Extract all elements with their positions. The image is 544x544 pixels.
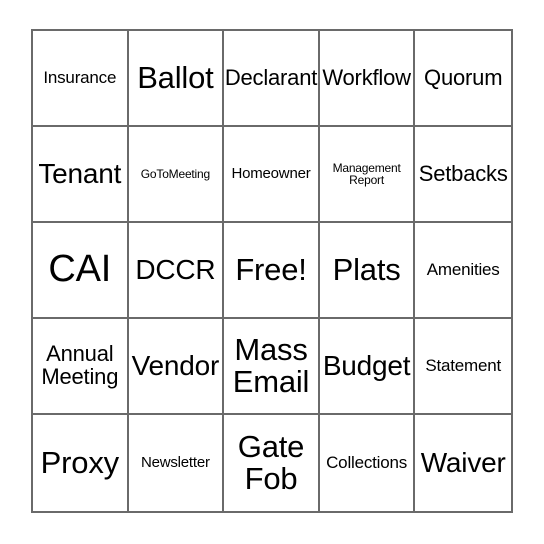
bingo-cell-r2c2[interactable]: GoToMeeting (128, 127, 225, 223)
bingo-cell-r2c3[interactable]: Homeowner (224, 127, 320, 223)
bingo-cell-r4c1[interactable]: Annual Meeting (33, 319, 129, 415)
bingo-cell-r3c4[interactable]: Plats (319, 223, 416, 319)
bingo-cell-label: DCCR (135, 253, 216, 285)
bingo-cell-r4c3[interactable]: Mass Email (224, 319, 320, 415)
bingo-cell-label: Amenities (426, 260, 500, 280)
bingo-cell-label: CAI (48, 248, 112, 291)
bingo-cell-label: Declarant (224, 64, 318, 90)
bingo-cell-r4c4[interactable]: Budget (319, 319, 416, 415)
bingo-cell-r5c5[interactable]: Waiver (415, 415, 511, 511)
bingo-cell-label: Waiver (420, 446, 506, 478)
bingo-cell-label: Budget (322, 349, 411, 381)
bingo-cell-label: Free! (235, 252, 307, 288)
bingo-cell-label: Collections (326, 453, 408, 473)
bingo-cell-r4c2[interactable]: Vendor (128, 319, 225, 415)
bingo-cell-label: Workflow (322, 64, 411, 90)
bingo-cell-r2c1[interactable]: Tenant (33, 127, 129, 223)
bingo-cell-r5c3[interactable]: Gate Fob (224, 415, 320, 511)
bingo-cell-label: Proxy (40, 445, 119, 481)
bingo-cell-free-space[interactable]: Free! (224, 223, 320, 319)
bingo-cell-label: Plats (332, 252, 401, 288)
bingo-cell-label: Tenant (38, 157, 122, 189)
bingo-cell-label: Mass Email (232, 332, 310, 399)
bingo-cell-label: Statement (425, 356, 502, 376)
bingo-cell-r2c4[interactable]: Management Report (319, 127, 416, 223)
bingo-cell-r2c5[interactable]: Setbacks (415, 127, 511, 223)
bingo-cell-r3c2[interactable]: DCCR (128, 223, 225, 319)
bingo-cell-r1c4[interactable]: Workflow (319, 31, 416, 127)
bingo-cell-label: Ballot (137, 60, 214, 96)
bingo-cell-r5c2[interactable]: Newsletter (128, 415, 225, 511)
bingo-card: Insurance Ballot Declarant Workflow Quor… (31, 29, 513, 513)
bingo-cell-r3c1[interactable]: CAI (33, 223, 129, 319)
bingo-cell-label: Annual Meeting (41, 341, 119, 389)
bingo-cell-label: Newsletter (140, 454, 210, 472)
bingo-cell-r5c1[interactable]: Proxy (33, 415, 129, 511)
bingo-cell-r1c3[interactable]: Declarant (224, 31, 320, 127)
bingo-cell-r4c5[interactable]: Statement (415, 319, 511, 415)
bingo-cell-label: Setbacks (418, 160, 508, 186)
bingo-cell-r1c1[interactable]: Insurance (33, 31, 129, 127)
bingo-cell-label: Quorum (424, 64, 503, 90)
bingo-cell-label: Insurance (43, 68, 117, 88)
bingo-cell-r1c2[interactable]: Ballot (128, 31, 225, 127)
bingo-cell-r5c4[interactable]: Collections (319, 415, 416, 511)
bingo-cell-label: Homeowner (231, 165, 311, 183)
bingo-cell-label: GoToMeeting (140, 166, 210, 181)
bingo-cell-r1c5[interactable]: Quorum (415, 31, 511, 127)
bingo-cell-label: Management Report (332, 160, 401, 187)
bingo-cell-label: Gate Fob (237, 429, 305, 496)
bingo-cell-label: Vendor (131, 349, 220, 381)
bingo-cell-r3c5[interactable]: Amenities (415, 223, 511, 319)
